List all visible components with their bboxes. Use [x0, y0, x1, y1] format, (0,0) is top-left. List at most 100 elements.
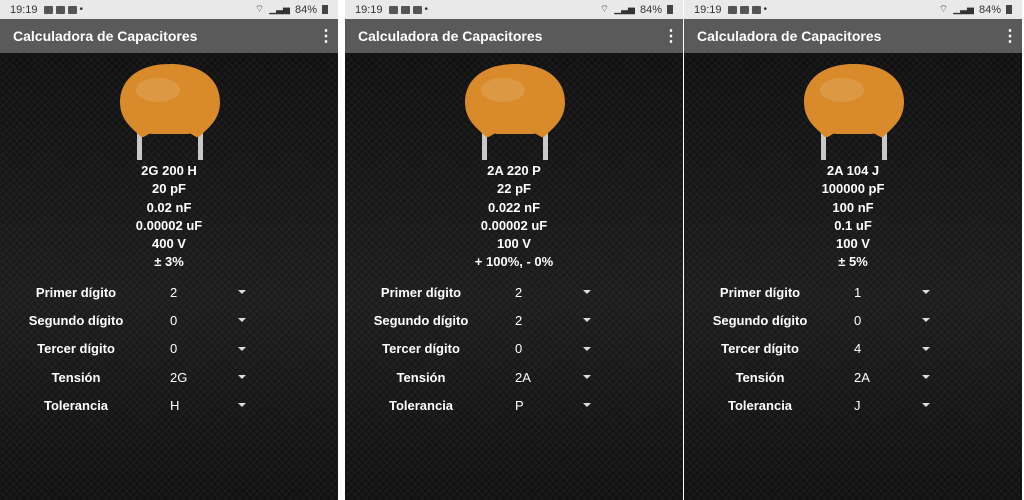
label-segundo-digito: Segundo dígito [28, 312, 124, 328]
dropdown-tolerancia[interactable]: P [515, 398, 591, 413]
capacitance-uf: 0.1 uF [834, 217, 872, 233]
dropdown-value-tercer-digito: 0 [170, 341, 178, 357]
dropdown-value-tolerancia: J [854, 397, 861, 413]
dropdown-primer-digito[interactable]: 1 [854, 285, 930, 300]
capacitance-pf: 22 pF [497, 181, 531, 197]
capacitor-code: 2G 200 H [141, 163, 197, 178]
field-row-tolerancia: Tolerancia H [0, 391, 338, 419]
result-values: 2A 220 P 22 pF 0.022 nF 0.00002 uF 100 V + 1… [345, 162, 683, 272]
app-bar: Calculadora de Capacitores ⋮ [345, 19, 683, 53]
dropdown-arrow-icon[interactable] [922, 346, 930, 351]
dropdown-value-tolerancia: P [515, 397, 524, 413]
status-bar: 19:19 • ⌔ ▁▃▅ 84% [0, 0, 338, 19]
battery-icon [667, 5, 673, 14]
field-row-segundo-digito: Segundo dígito 2 [345, 306, 683, 334]
signal-icon: ▁▃▅ [953, 4, 974, 14]
app-screen: 19:19 • ⌔ ▁▃▅ 84% Calculadora de Capacit… [0, 0, 338, 500]
field-row-tercer-digito: Tercer dígito 0 [345, 335, 683, 363]
dropdown-value-segundo-digito: 0 [170, 312, 178, 328]
dropdown-tolerancia[interactable]: J [854, 398, 930, 413]
overflow-menu-icon[interactable]: ⋮ [318, 26, 334, 46]
field-row-tolerancia: Tolerancia J [684, 391, 1022, 419]
dropdown-tercer-digito[interactable]: 0 [515, 341, 591, 356]
status-bar: 19:19 • ⌔ ▁▃▅ 84% [345, 0, 683, 19]
status-time: 19:19 [10, 3, 38, 16]
voltage-rating: 100 V [836, 236, 870, 252]
facebook-icon [751, 5, 761, 14]
field-row-primer-digito: Primer dígito 2 [0, 278, 338, 306]
facebook-icon [67, 5, 77, 14]
dropdown-arrow-icon[interactable] [238, 290, 246, 295]
dropdown-tolerancia[interactable]: H [170, 398, 246, 413]
signal-icon: ▁▃▅ [269, 4, 290, 14]
dropdown-arrow-icon[interactable] [583, 403, 591, 408]
field-row-segundo-digito: Segundo dígito 0 [684, 306, 1022, 334]
dropdown-value-tercer-digito: 0 [515, 341, 523, 357]
capacitance-pf: 20 pF [152, 181, 186, 197]
result-values: 2G 200 H 20 pF 0.02 nF 0.00002 uF 400 V ± 3% [0, 162, 338, 272]
dropdown-segundo-digito[interactable]: 0 [854, 313, 930, 328]
dropdown-arrow-icon[interactable] [238, 346, 246, 351]
app-screen: 19:19 • ⌔ ▁▃▅ 84% Calculadora de Capacit… [684, 0, 1022, 500]
capacitor-image [120, 64, 220, 160]
youtube-icon [400, 5, 410, 14]
dropdown-tercer-digito[interactable]: 0 [170, 341, 246, 356]
label-primer-digito: Primer dígito [380, 284, 462, 300]
app-title: Calculadora de Capacitores [697, 28, 882, 44]
dropdown-arrow-icon[interactable] [238, 318, 246, 323]
dropdown-value-primer-digito: 1 [854, 284, 862, 300]
battery-icon [1006, 5, 1012, 14]
dropdown-primer-digito[interactable]: 2 [515, 285, 591, 300]
dropdown-value-tension: 2A [515, 369, 531, 385]
dropdown-tension[interactable]: 2A [854, 370, 930, 385]
voltage-rating: 100 V [497, 236, 531, 252]
dropdown-tension[interactable]: 2A [515, 370, 591, 385]
dot-icon: • [79, 4, 84, 15]
dropdown-arrow-icon[interactable] [922, 290, 930, 295]
app-screen: 19:19 • ⌔ ▁▃▅ 84% Calculadora de Capacit… [345, 0, 683, 500]
label-segundo-digito: Segundo dígito [373, 312, 469, 328]
capacitor-image [804, 64, 904, 160]
dropdown-segundo-digito[interactable]: 0 [170, 313, 246, 328]
dropdown-arrow-icon[interactable] [583, 375, 591, 380]
code-selectors: Primer dígito 2 Segundo dígito 0 Tercer dígi… [0, 278, 338, 419]
field-row-tercer-digito: Tercer dígito 4 [684, 335, 1022, 363]
dropdown-arrow-icon[interactable] [583, 318, 591, 323]
dropdown-tension[interactable]: 2G [170, 370, 246, 385]
capacitance-nf: 0.022 nF [487, 199, 541, 215]
capacitor-highlight [481, 78, 525, 102]
overflow-menu-icon[interactable]: ⋮ [1002, 26, 1018, 46]
field-row-primer-digito: Primer dígito 1 [684, 278, 1022, 306]
code-selectors: Primer dígito 2 Segundo dígito 2 Tercer dígi… [345, 278, 683, 419]
capacitor-highlight [820, 78, 864, 102]
dropdown-tercer-digito[interactable]: 4 [854, 341, 930, 356]
dropdown-arrow-icon[interactable] [922, 403, 930, 408]
facebook-icon [412, 5, 422, 14]
signal-icon: ▁▃▅ [614, 4, 635, 14]
field-row-tension: Tensión 2A [684, 363, 1022, 391]
capacitor-body [465, 64, 565, 138]
dropdown-arrow-icon[interactable] [238, 403, 246, 408]
dropdown-primer-digito[interactable]: 2 [170, 285, 246, 300]
dot-icon: • [424, 4, 429, 15]
code-selectors: Primer dígito 1 Segundo dígito 0 Tercer dígi… [684, 278, 1022, 419]
label-primer-digito: Primer dígito [719, 284, 801, 300]
field-row-tolerancia: Tolerancia P [345, 391, 683, 419]
capacitor-highlight [136, 78, 180, 102]
image-icon [43, 5, 53, 14]
field-row-tension: Tensión 2A [345, 363, 683, 391]
overflow-menu-icon[interactable]: ⋮ [663, 26, 679, 46]
dropdown-value-segundo-digito: 2 [515, 312, 523, 328]
battery-level: 84% [294, 3, 317, 16]
dropdown-arrow-icon[interactable] [922, 375, 930, 380]
dropdown-arrow-icon[interactable] [922, 318, 930, 323]
dropdown-arrow-icon[interactable] [583, 346, 591, 351]
image-icon [727, 5, 737, 14]
field-row-primer-digito: Primer dígito 2 [345, 278, 683, 306]
label-tension: Tensión [51, 369, 101, 385]
capacitance-uf: 0.00002 uF [480, 217, 548, 233]
dropdown-segundo-digito[interactable]: 2 [515, 313, 591, 328]
label-tercer-digito: Tercer dígito [721, 341, 799, 357]
dropdown-arrow-icon[interactable] [238, 375, 246, 380]
dropdown-arrow-icon[interactable] [583, 290, 591, 295]
